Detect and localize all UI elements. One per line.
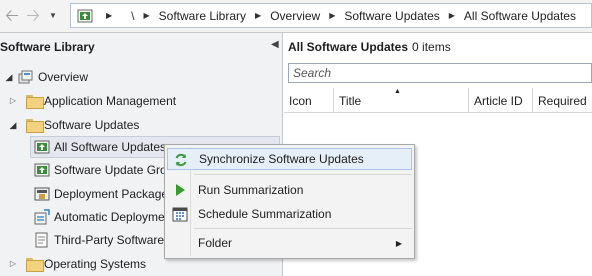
run-icon bbox=[176, 184, 185, 196]
tree-item-label: Third-Party Software U bbox=[54, 233, 164, 247]
menu-item-label: Schedule Summarization bbox=[198, 207, 332, 221]
tree-item-label: Overview bbox=[38, 70, 89, 84]
back-arrow-icon[interactable]: 🡠 bbox=[1, 6, 23, 26]
breadcrumb-overview[interactable]: Overview bbox=[270, 9, 320, 23]
sort-ascending-icon: ▲ bbox=[394, 88, 401, 95]
history-dropdown-icon[interactable]: ▼ bbox=[49, 8, 57, 24]
menu-separator bbox=[194, 174, 412, 175]
tree-item-label: Application Management bbox=[44, 94, 177, 108]
submenu-arrow-icon: ▶ bbox=[395, 238, 402, 248]
forward-arrow-icon[interactable]: 🡢 bbox=[22, 6, 44, 26]
breadcrumb-software-updates[interactable]: Software Updates bbox=[344, 9, 439, 23]
breadcrumb-separator-icon[interactable]: ▶ bbox=[449, 11, 455, 20]
menu-item-label: Synchronize Software Updates bbox=[199, 152, 364, 166]
sync-icon bbox=[175, 153, 187, 167]
expand-arrow-icon[interactable]: ▷ bbox=[8, 96, 18, 105]
tree-item-label: Software Update Grou bbox=[54, 163, 164, 177]
column-header-required[interactable]: Required bbox=[533, 88, 592, 113]
tree-item-label: All Software Updates bbox=[54, 140, 167, 154]
schedule-icon bbox=[172, 207, 188, 222]
breadcrumb-separator-icon[interactable]: ▶ bbox=[144, 11, 150, 20]
context-menu: Synchronize Software Updates Run Summari… bbox=[164, 144, 415, 259]
breadcrumb-all-software-updates[interactable]: All Software Updates bbox=[464, 9, 576, 23]
column-header-article-id[interactable]: Article ID bbox=[469, 88, 533, 113]
folder-icon bbox=[26, 95, 44, 109]
grid-header: Icon Title ▲ Article ID Required bbox=[284, 88, 592, 113]
address-bar[interactable]: ▶ \ ▶ Software Library ▶ Overview ▶ Soft… bbox=[70, 3, 592, 28]
folder-icon bbox=[26, 119, 44, 133]
expand-arrow-icon[interactable]: ▷ bbox=[8, 259, 18, 268]
collapse-pane-icon[interactable]: ◀ bbox=[271, 39, 279, 50]
tree-item-label: Software Updates bbox=[44, 118, 140, 132]
tree-item-label: Operating Systems bbox=[44, 257, 147, 271]
deployment-rule-icon bbox=[34, 209, 50, 225]
collapse-arrow-icon[interactable]: ◢ bbox=[8, 120, 18, 131]
tree-item-automatic-deployment-rules[interactable]: Automatic Deploymen bbox=[34, 207, 164, 227]
tree-item-label: Deployment Packages bbox=[54, 187, 164, 201]
breadcrumb-root[interactable]: \ bbox=[131, 9, 134, 23]
item-count: 0 items bbox=[412, 40, 451, 54]
menu-item-folder[interactable]: Folder ▶ bbox=[167, 232, 412, 254]
tree-item-third-party-catalogs[interactable]: Third-Party Software U bbox=[34, 230, 164, 250]
tree-item-deployment-packages[interactable]: Deployment Packages bbox=[34, 184, 164, 204]
software-updates-icon bbox=[34, 140, 50, 154]
menu-item-synchronize[interactable]: Synchronize Software Updates bbox=[167, 148, 412, 170]
tree-item-software-update-groups[interactable]: Software Update Grou bbox=[34, 160, 164, 180]
column-header-title[interactable]: Title bbox=[334, 88, 469, 113]
navigation-bar: 🡠 🡢 ▼ ▶ \ ▶ Software Library ▶ Overview … bbox=[0, 0, 592, 33]
breadcrumb-separator-icon: ▶ bbox=[106, 11, 113, 20]
update-group-icon bbox=[34, 163, 50, 177]
column-header-icon[interactable]: Icon bbox=[284, 88, 334, 113]
content-title-text: All Software Updates bbox=[288, 40, 409, 54]
breadcrumb-software-library[interactable]: Software Library bbox=[159, 9, 246, 23]
collapse-arrow-icon[interactable]: ◢ bbox=[4, 72, 14, 83]
pane-title: Software Library bbox=[0, 40, 95, 54]
menu-separator bbox=[194, 228, 412, 229]
menu-item-run-summarization[interactable]: Run Summarization bbox=[167, 179, 412, 201]
menu-item-label: Run Summarization bbox=[198, 183, 304, 197]
tree-item-label: Automatic Deploymen bbox=[54, 210, 164, 224]
package-icon bbox=[34, 187, 50, 201]
folder-icon bbox=[26, 258, 44, 272]
menu-item-label: Folder bbox=[198, 236, 233, 250]
content-title: All Software Updates 0 items bbox=[288, 40, 451, 54]
software-library-icon bbox=[77, 9, 93, 22]
menu-item-schedule-summarization[interactable]: Schedule Summarization bbox=[167, 203, 412, 225]
breadcrumb-separator-icon[interactable]: ▶ bbox=[329, 11, 335, 20]
overview-icon bbox=[18, 70, 33, 84]
catalog-icon bbox=[35, 232, 48, 248]
search-input[interactable]: Search bbox=[288, 63, 592, 83]
breadcrumb-separator-icon[interactable]: ▶ bbox=[255, 11, 261, 20]
